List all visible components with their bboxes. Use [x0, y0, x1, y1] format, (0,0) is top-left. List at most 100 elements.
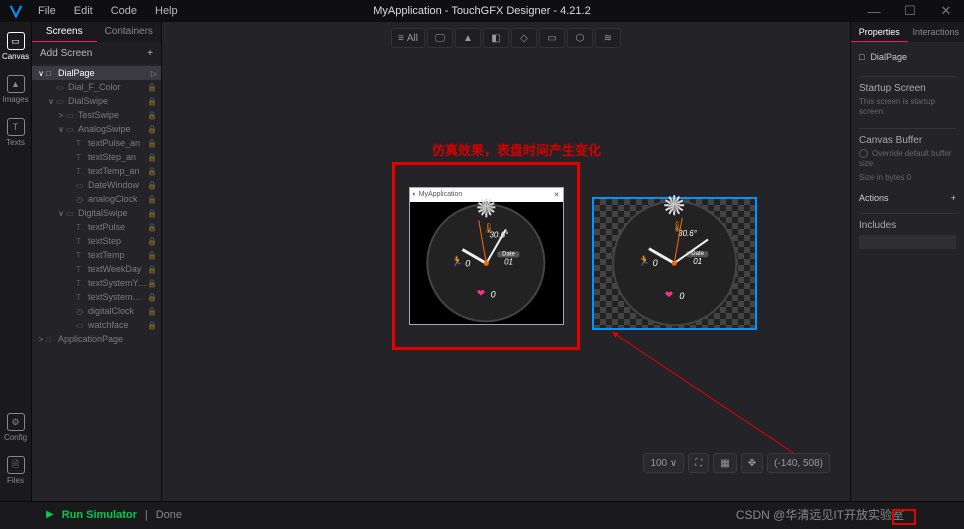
canvas-toolbar: ≡ All 🖵 ▲ ◧ ◇ ▭ ⬡ ≋ — [391, 28, 621, 48]
annotation-text: 仿真效果，表盘时间产生变化 — [432, 140, 601, 159]
section-actions: Actions+ — [859, 193, 956, 203]
tree-item[interactable]: ◷analogClock🔒 — [32, 192, 161, 206]
tree-item[interactable]: ∨□DialPage▷ — [32, 66, 161, 80]
properties-panel: Properties Interactions □ DialPage Startu… — [850, 22, 964, 501]
editor-watchface: 🌡 30.6° 🏃 0 Date01 ❤ 0 — [594, 199, 755, 328]
includes-field[interactable] — [859, 235, 956, 249]
temp-value: 30.6° — [678, 229, 697, 238]
add-screen-button[interactable]: Add Screen + — [32, 42, 161, 64]
fit-icon[interactable]: ⛶ — [688, 453, 709, 473]
steps-value: 0 — [653, 259, 658, 269]
coords-readout: (-140, 508) — [767, 453, 830, 473]
tree-item[interactable]: TtextPulse🔒 — [32, 220, 161, 234]
tab-interactions[interactable]: Interactions — [908, 22, 964, 42]
tree-item[interactable]: TtextStep🔒 — [32, 234, 161, 248]
add-screen-label: Add Screen — [40, 48, 92, 59]
heart-icon: ❤ — [477, 288, 485, 299]
move-icon[interactable]: ✥ — [741, 453, 763, 473]
simulator-watchface: 🌡 30.6° 🏃 0 Date01 ❤ 0 — [410, 202, 563, 324]
status-bar: ▶ Run Simulator | Done CSDN @华清远见IT开放实验室 — [0, 501, 964, 527]
maximize-button[interactable]: ☐ — [892, 0, 928, 22]
close-button[interactable]: ✕ — [928, 0, 964, 22]
menu-edit[interactable]: Edit — [74, 5, 93, 17]
plus-icon: + — [147, 48, 153, 59]
widget-tree[interactable]: ∨□DialPage▷▭Dial_F_Color🔒∨▭DialSwipe🔒>▭T… — [32, 64, 161, 501]
rail-canvas[interactable]: ▭Canvas — [2, 28, 30, 65]
editor-selection[interactable]: 🌡 30.6° 🏃 0 Date01 ❤ 0 — [592, 197, 757, 330]
tree-item[interactable]: TtextSystemDate🔒 — [32, 290, 161, 304]
app-logo — [0, 0, 32, 22]
canvas-area[interactable]: ≡ All 🖵 ▲ ◧ ◇ ▭ ⬡ ≋ 仿真效果，表盘时间产生变化 ◐ MyAp… — [162, 22, 850, 501]
tree-item[interactable]: ∨▭DialSwipe🔒 — [32, 94, 161, 108]
left-rail: ▭Canvas ▲Images TTexts ⚙Config 🗎Files — [0, 22, 32, 501]
minimize-button[interactable]: — — [856, 0, 892, 22]
rail-texts[interactable]: TTexts — [2, 114, 30, 151]
tab-properties[interactable]: Properties — [851, 22, 908, 42]
filter-stack-icon[interactable]: ≋ — [595, 28, 621, 48]
screens-panel: Screens Containers Add Screen + ∨□DialPa… — [32, 22, 162, 501]
size-hint: Size in bytes 0 — [859, 173, 956, 183]
main-menu: File Edit Code Help — [32, 5, 178, 17]
heart-icon: ❤ — [665, 290, 673, 301]
section-startup: Startup Screen — [859, 76, 956, 94]
date-window: Date01 — [687, 251, 709, 266]
status-done: Done — [156, 509, 182, 521]
tree-item[interactable]: TtextStep_an🔒 — [32, 150, 161, 164]
tree-item[interactable]: TtextTemp_an🔒 — [32, 164, 161, 178]
steps-value: 0 — [465, 258, 470, 268]
zoom-value[interactable]: 100 ∨ — [643, 453, 684, 473]
filter-3d-icon[interactable]: ⬡ — [567, 28, 593, 48]
canvas-footer: 100 ∨ ⛶ ▦ ✥ (-140, 508) — [643, 453, 830, 473]
tab-containers[interactable]: Containers — [97, 22, 162, 42]
filter-image-icon[interactable]: ▲ — [455, 28, 481, 48]
filter-layers-icon[interactable]: ◧ — [483, 28, 509, 48]
filter-shapes-icon[interactable]: ◇ — [511, 28, 537, 48]
tree-item[interactable]: TtextPulse_an🔒 — [32, 136, 161, 150]
menu-file[interactable]: File — [38, 5, 56, 17]
tree-item[interactable]: ∨▭AnalogSwipe🔒 — [32, 122, 161, 136]
menu-help[interactable]: Help — [155, 5, 178, 17]
pulse-value: 0 — [491, 290, 496, 300]
menu-code[interactable]: Code — [111, 5, 137, 17]
date-window: Date01 — [498, 251, 520, 266]
props-name: DialPage — [870, 52, 907, 62]
tree-item[interactable]: ▭watchface🔒 — [32, 318, 161, 332]
tab-screens[interactable]: Screens — [32, 22, 97, 42]
tree-item[interactable]: >□ApplicationPage — [32, 332, 161, 346]
run-simulator-button[interactable]: Run Simulator — [62, 509, 137, 521]
snap-icon[interactable]: ▦ — [713, 453, 736, 473]
runner-icon: 🏃 — [638, 256, 650, 267]
tree-item[interactable]: ◷digitalClock🔒 — [32, 304, 161, 318]
pulse-value: 0 — [679, 291, 684, 301]
watermark: CSDN @华清远见IT开放实验室 — [736, 506, 904, 523]
filter-all[interactable]: ≡ All — [391, 28, 425, 48]
override-label: Override default buffer size — [859, 149, 951, 168]
add-action-button[interactable]: + — [951, 193, 956, 203]
screen-icon: □ — [859, 52, 864, 62]
filter-screen-icon[interactable]: 🖵 — [427, 28, 453, 48]
simulator-close-icon[interactable]: ✕ — [554, 191, 560, 199]
section-canvasbuf: Canvas Buffer — [859, 128, 956, 146]
section-includes: Includes — [859, 213, 956, 231]
title-bar: File Edit Code Help MyApplication - Touc… — [0, 0, 964, 22]
tree-item[interactable]: TtextSystemYear🔒 — [32, 276, 161, 290]
tree-item[interactable]: ∨▭DigitalSwipe🔒 — [32, 206, 161, 220]
rail-files[interactable]: 🗎Files — [2, 452, 30, 489]
tree-item[interactable]: TtextTemp🔒 — [32, 248, 161, 262]
override-checkbox[interactable] — [859, 149, 868, 158]
startup-subtext: This screen is startup screen — [859, 97, 956, 118]
window-title: MyApplication - TouchGFX Designer - 4.21… — [373, 5, 590, 17]
tree-item[interactable]: TtextWeekDay🔒 — [32, 262, 161, 276]
tree-item[interactable]: >▭TestSwipe🔒 — [32, 108, 161, 122]
simulator-window: ◐ MyApplication ✕ 🌡 30.6° 🏃 0 Date01 ❤ 0 — [409, 187, 564, 325]
tree-item[interactable]: ▭DateWindow🔒 — [32, 178, 161, 192]
rail-images[interactable]: ▲Images — [2, 71, 30, 108]
runner-icon: 🏃 — [451, 256, 463, 267]
rail-config[interactable]: ⚙Config — [2, 409, 30, 446]
filter-box-icon[interactable]: ▭ — [539, 28, 565, 48]
play-icon: ▶ — [46, 509, 54, 520]
window-controls: — ☐ ✕ — [856, 0, 964, 22]
corner-highlight — [892, 509, 916, 525]
tree-item[interactable]: ▭Dial_F_Color🔒 — [32, 80, 161, 94]
simulator-highlight: ◐ MyApplication ✕ 🌡 30.6° 🏃 0 Date01 ❤ 0 — [392, 162, 580, 350]
